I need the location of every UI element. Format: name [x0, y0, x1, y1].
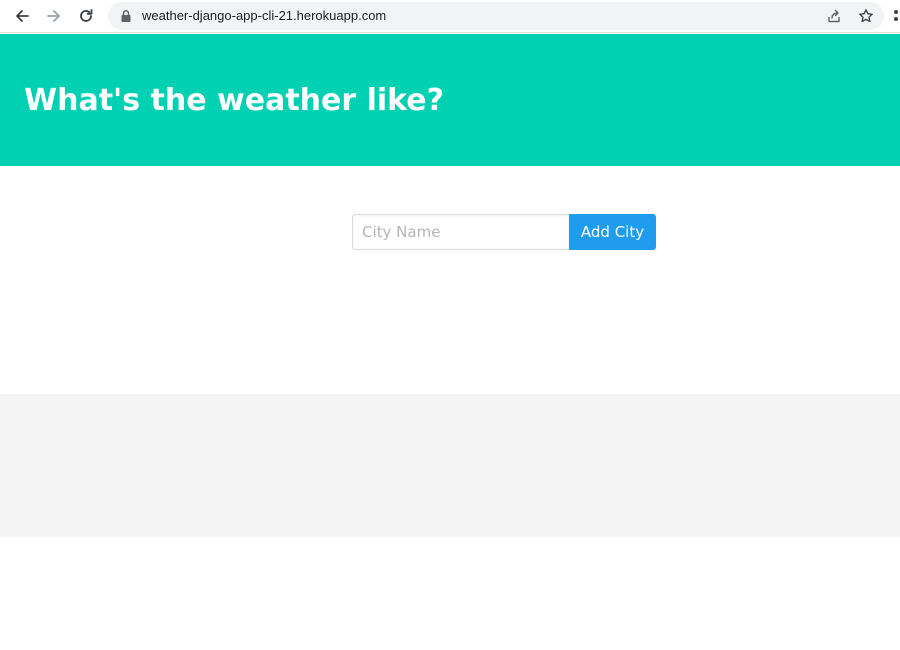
weather-results-section	[0, 394, 900, 537]
share-button[interactable]	[824, 6, 844, 26]
add-city-button[interactable]: Add City	[569, 214, 656, 250]
star-icon	[859, 9, 873, 23]
bookmark-button[interactable]	[856, 6, 876, 26]
arrow-right-icon	[47, 10, 60, 22]
reload-icon	[80, 9, 93, 22]
extensions-icon[interactable]	[892, 7, 900, 25]
share-icon	[828, 9, 840, 23]
back-button[interactable]	[10, 4, 34, 28]
forward-button[interactable]	[42, 4, 66, 28]
arrow-left-icon	[16, 10, 29, 22]
hero-banner: What's the weather like?	[0, 34, 900, 166]
address-bar[interactable]: weather-django-app-cli-21.herokuapp.com	[108, 2, 884, 30]
page-title: What's the weather like?	[24, 83, 445, 118]
add-city-form: Add City	[352, 214, 656, 250]
city-name-input[interactable]	[352, 214, 569, 250]
lock-icon	[121, 10, 131, 22]
reload-button[interactable]	[74, 4, 98, 28]
browser-toolbar: weather-django-app-cli-21.herokuapp.com	[0, 0, 900, 33]
url-text[interactable]: weather-django-app-cli-21.herokuapp.com	[142, 8, 386, 23]
